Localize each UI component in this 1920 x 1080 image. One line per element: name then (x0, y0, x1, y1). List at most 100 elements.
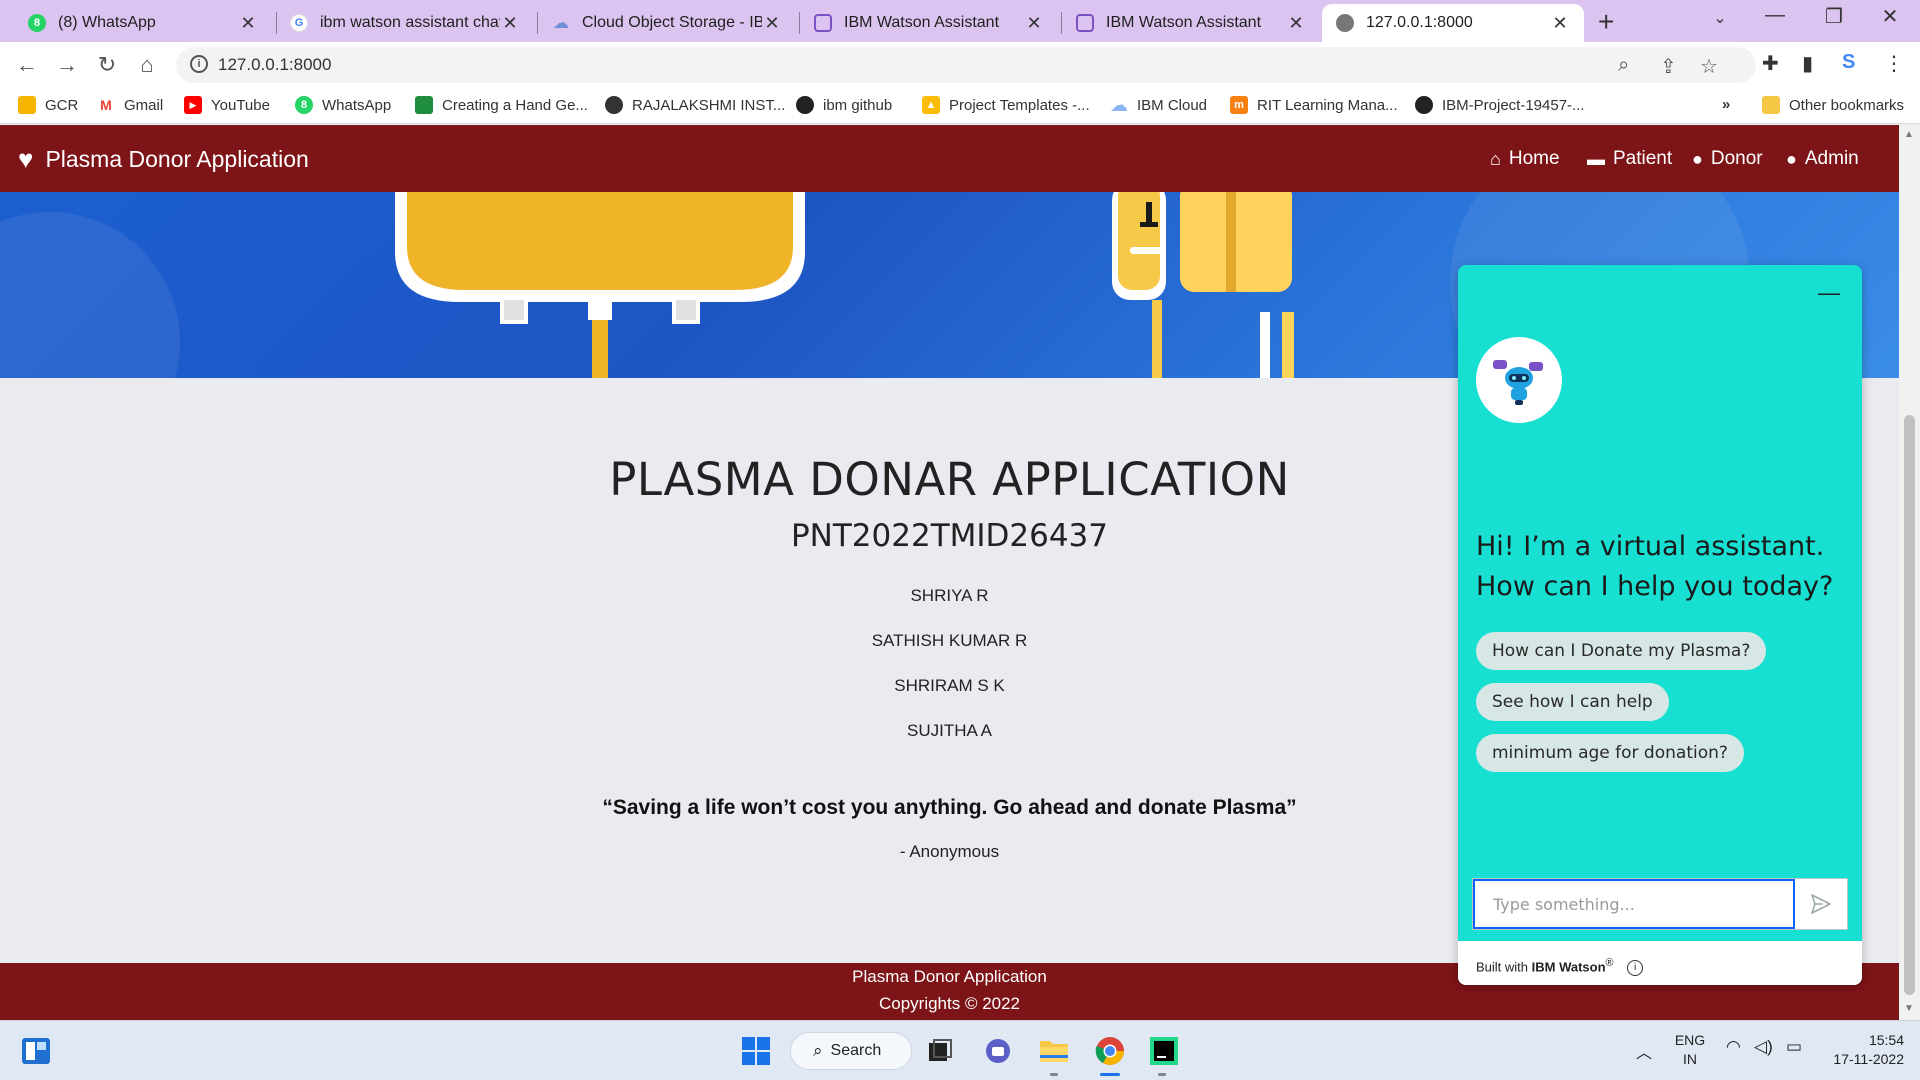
watson-assistant-icon (814, 14, 832, 32)
heartbeat-icon: ♥ (18, 144, 34, 174)
close-tab-icon[interactable]: ✕ (1286, 13, 1306, 34)
chat-powered-by: Built with IBM Watson® i (1458, 941, 1862, 985)
close-tab-icon[interactable]: ✕ (238, 13, 258, 34)
nav-admin[interactable]: ● Admin (1786, 148, 1859, 170)
close-tab-icon[interactable]: ✕ (762, 13, 782, 34)
bookmark-item[interactable]: ibm github (796, 96, 892, 114)
teams-chat-icon[interactable] (980, 1033, 1016, 1069)
close-window-icon[interactable]: ✕ (1870, 4, 1910, 29)
brand-name: Plasma Donor Application (45, 146, 309, 172)
bookmark-star-icon[interactable]: ☆ (1700, 54, 1718, 79)
running-indicator (1050, 1073, 1058, 1076)
wifi-icon[interactable]: ◠ (1726, 1037, 1741, 1057)
share-icon[interactable]: ⇪ (1660, 54, 1677, 79)
github-icon (796, 96, 814, 114)
nav-patient[interactable]: ▬ Patient (1587, 148, 1672, 170)
cloud-icon: ☁ (1110, 94, 1128, 115)
bookmark-item[interactable]: IBM-Project-19457-... (1415, 96, 1585, 114)
browser-tab[interactable]: ☁ Cloud Object Storage - IBM ✕ (538, 4, 796, 42)
windows-start-icon[interactable] (738, 1033, 774, 1069)
send-button[interactable] (1795, 879, 1847, 929)
chrome-icon[interactable] (1092, 1033, 1128, 1069)
file-explorer-icon[interactable] (1036, 1033, 1072, 1069)
browser-tab[interactable]: 8 (8) WhatsApp ✕ (14, 4, 272, 42)
taskbar-search[interactable]: ⌕ Search (790, 1032, 912, 1070)
show-hidden-icons-chevron-icon[interactable]: ︿ (1636, 1039, 1652, 1063)
bookmark-item[interactable]: GCR (18, 96, 78, 114)
home-icon[interactable]: ⌂ (132, 50, 162, 80)
bookmark-item[interactable]: RAJALAKSHMI INST... (605, 96, 785, 114)
profile-extension-icon[interactable]: S (1842, 51, 1855, 74)
scroll-up-icon[interactable]: ▲ (1904, 129, 1914, 140)
forward-icon[interactable]: → (52, 50, 82, 80)
widgets-icon[interactable] (18, 1033, 54, 1069)
browser-tab[interactable]: G ibm watson assistant chatb ✕ (276, 4, 534, 42)
chat-message-input[interactable] (1473, 879, 1795, 929)
bookmark-item[interactable]: 8 WhatsApp (295, 96, 391, 114)
bookmark-item[interactable]: m RIT Learning Mana... (1230, 96, 1398, 114)
language-indicator[interactable]: ENG IN (1670, 1031, 1710, 1069)
chat-option-min-age[interactable]: minimum age for donation? (1476, 734, 1744, 772)
close-tab-icon[interactable]: ✕ (500, 13, 520, 34)
chat-option-donate[interactable]: How can I Donate my Plasma? (1476, 632, 1767, 670)
nav-donor[interactable]: ● Donor (1692, 148, 1763, 170)
close-tab-icon[interactable]: ✕ (1550, 13, 1570, 34)
back-icon[interactable]: ← (12, 50, 42, 80)
browser-tab[interactable]: IBM Watson Assistant ✕ (800, 4, 1058, 42)
speaker-icon[interactable]: ◁) (1754, 1037, 1773, 1057)
site-navbar: ♥ Plasma Donor Application ⌂ Home ▬ Patien… (0, 125, 1899, 192)
extensions-icon[interactable]: ✚ (1762, 51, 1779, 76)
user-icon: ● (1692, 148, 1703, 169)
battery-icon[interactable]: ▭ (1786, 1037, 1802, 1057)
bookmark-item[interactable]: Creating a Hand Ge... (415, 96, 588, 114)
scroll-down-icon[interactable]: ▼ (1904, 1003, 1914, 1014)
running-indicator-active (1100, 1073, 1120, 1076)
side-panel-icon[interactable]: ▮ (1802, 51, 1813, 76)
tab-search-chevron-icon[interactable]: ⌄ (1700, 8, 1740, 28)
pycharm-icon[interactable] (1146, 1033, 1182, 1069)
reload-icon[interactable]: ↻ (92, 50, 122, 80)
brand-link[interactable]: ♥ Plasma Donor Application (18, 144, 309, 175)
browser-toolbar: ← → ↻ ⌂ i 127.0.0.1:8000 ⌕ ⇪ ☆ ✚ ▮ S ⋮ (0, 42, 1920, 88)
scroll-thumb[interactable] (1904, 415, 1915, 995)
restore-icon[interactable]: ❐ (1814, 4, 1854, 29)
bookmark-item[interactable]: ▶ YouTube (184, 96, 270, 114)
address-bar[interactable]: i 127.0.0.1:8000 ⌕ ⇪ ☆ (176, 47, 1756, 83)
minimize-icon[interactable]: — (1755, 4, 1795, 27)
more-bookmarks-button[interactable]: » (1722, 96, 1730, 113)
chat-widget: — Hi! I’m a virtual assistant. How can I… (1458, 265, 1862, 985)
folder-icon (1762, 96, 1780, 114)
new-tab-button[interactable]: + (1598, 6, 1614, 38)
browser-tab[interactable]: IBM Watson Assistant ✕ (1062, 4, 1320, 42)
github-icon (1415, 96, 1433, 114)
running-indicator (1158, 1073, 1166, 1076)
bot-avatar (1476, 337, 1562, 423)
zoom-icon[interactable]: ⌕ (1618, 54, 1629, 77)
chat-input-row (1472, 878, 1848, 930)
clock[interactable]: 15:54 17-11-2022 (1814, 1031, 1904, 1069)
send-icon (1811, 894, 1831, 914)
gcr-icon (18, 96, 36, 114)
menu-kebab-icon[interactable]: ⋮ (1884, 51, 1904, 76)
info-icon[interactable]: i (1627, 959, 1644, 976)
doc-icon (415, 96, 433, 114)
cloud-icon: ☁ (553, 15, 569, 32)
tab-title: ibm watson assistant chatb (320, 14, 500, 31)
other-bookmarks-folder[interactable]: Other bookmarks (1762, 96, 1904, 114)
bookmark-item[interactable]: ☁ IBM Cloud (1110, 94, 1207, 115)
site-info-icon[interactable]: i (190, 55, 208, 73)
robot-icon (1493, 360, 1543, 405)
bookmark-item[interactable]: M Gmail (97, 96, 163, 114)
page-scrollbar[interactable]: ▲ ▼ (1899, 125, 1920, 1020)
minimize-chat-button[interactable]: — (1818, 282, 1840, 304)
task-view-icon[interactable] (922, 1033, 958, 1069)
browser-tab-active[interactable]: 127.0.0.1:8000 ✕ (1322, 4, 1584, 42)
bookmark-item[interactable]: ▲ Project Templates -... (922, 96, 1090, 114)
tab-title: IBM Watson Assistant (1106, 14, 1262, 31)
chat-greeting: Hi! I’m a virtual assistant. How can I h… (1476, 531, 1834, 602)
nav-home[interactable]: ⌂ Home (1490, 148, 1560, 170)
tab-title: Cloud Object Storage - IBM (582, 14, 762, 31)
close-tab-icon[interactable]: ✕ (1024, 13, 1044, 34)
home-icon: ⌂ (1490, 148, 1501, 169)
chat-option-help[interactable]: See how I can help (1476, 683, 1669, 721)
